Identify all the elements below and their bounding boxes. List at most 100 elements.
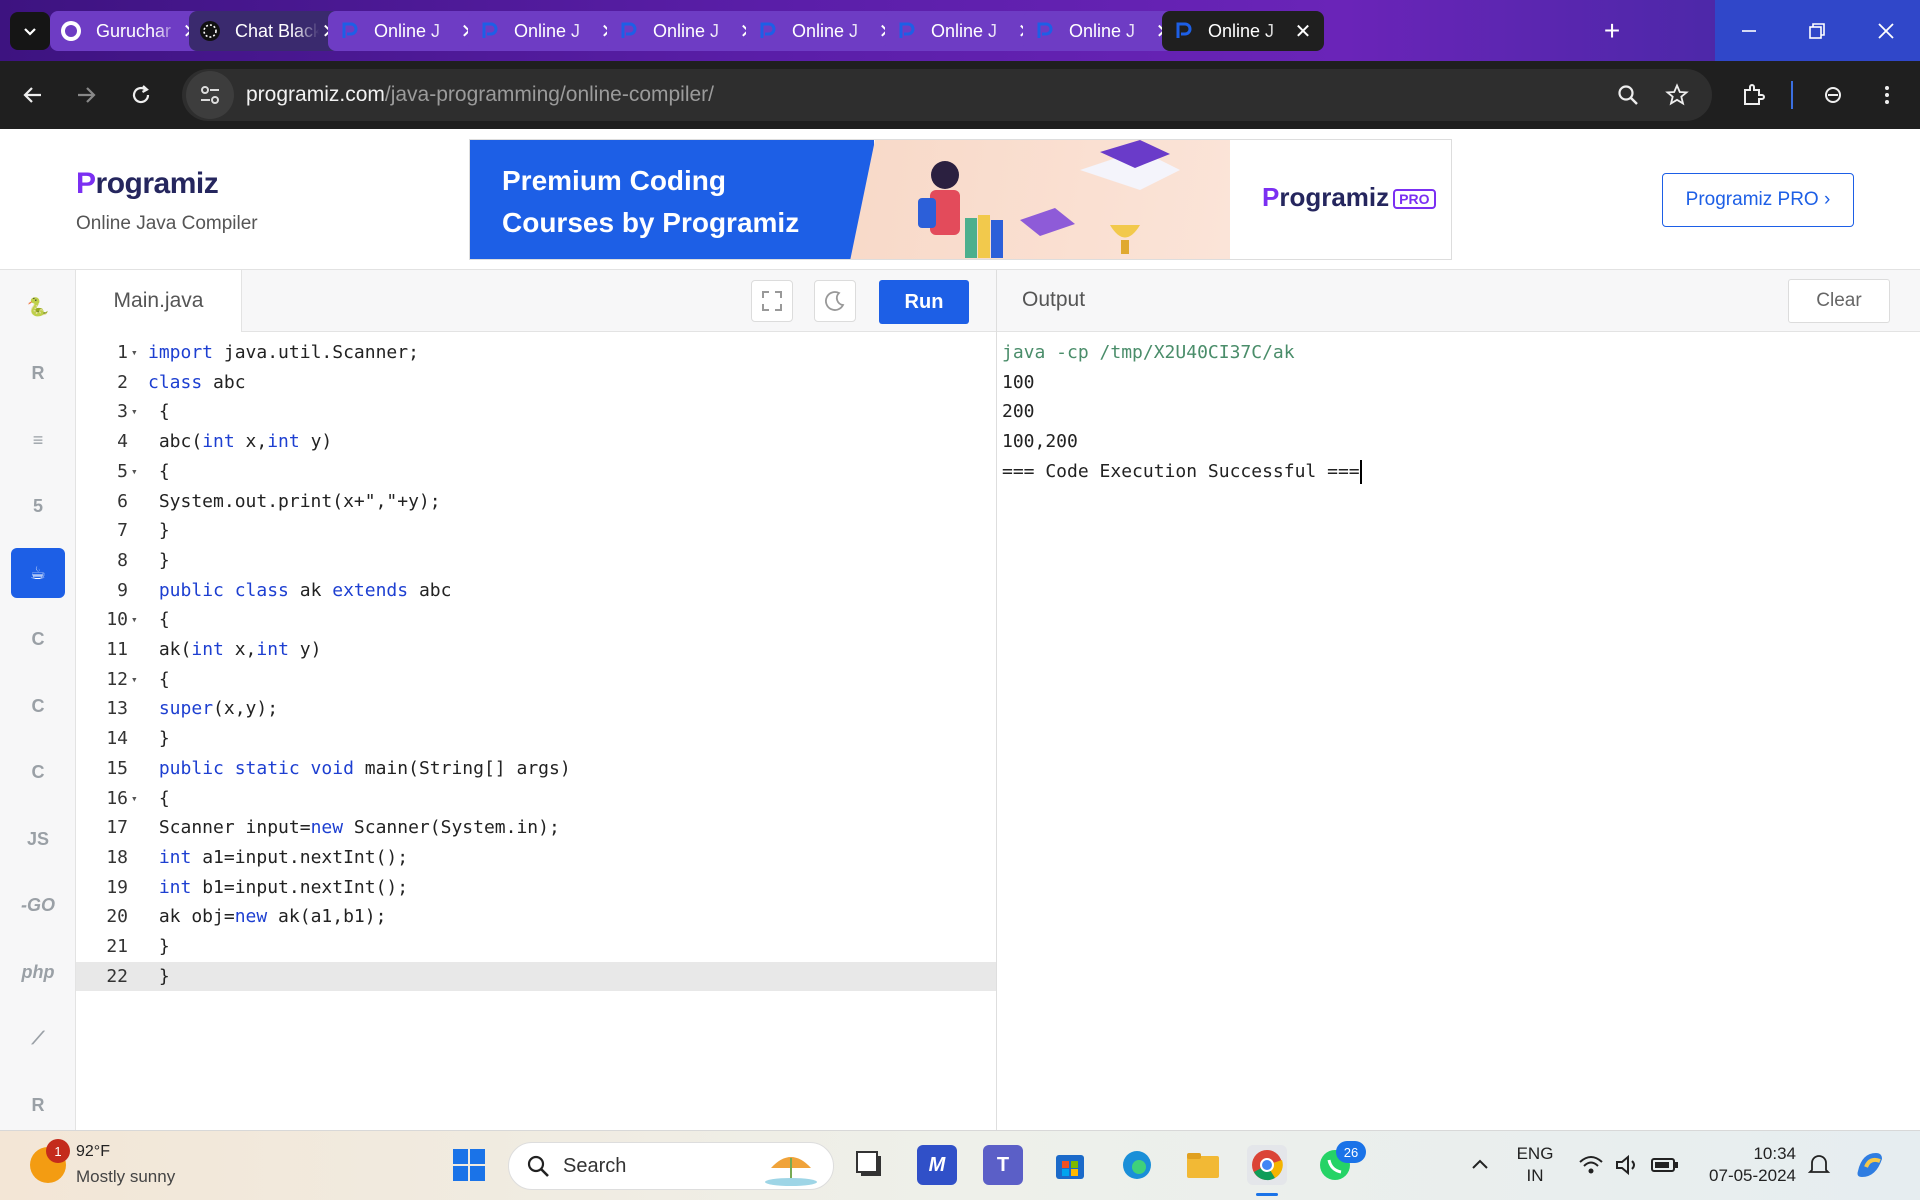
start-button[interactable] bbox=[449, 1145, 489, 1185]
edge-icon[interactable] bbox=[1117, 1145, 1157, 1185]
code-line[interactable]: 2 class abc bbox=[76, 368, 996, 398]
minimize-button[interactable] bbox=[1715, 0, 1783, 61]
taskbar-search[interactable]: Search bbox=[508, 1142, 834, 1190]
show-hidden-icons-button[interactable] bbox=[1460, 1145, 1500, 1185]
language-csharp-icon[interactable]: C bbox=[11, 748, 65, 798]
code-line[interactable]: 14 } bbox=[76, 724, 996, 754]
code-text: int a1=input.nextInt(); bbox=[158, 846, 409, 868]
fold-arrow-icon[interactable]: ▾ bbox=[131, 605, 138, 635]
task-view-icon[interactable] bbox=[850, 1145, 890, 1185]
language-go-icon[interactable]: -GO bbox=[11, 881, 65, 931]
clear-button[interactable]: Clear bbox=[1788, 279, 1890, 323]
code-editor[interactable]: 1 ▾ import java.util.Scanner; 2 class abc 3 ▾ … bbox=[76, 332, 996, 1130]
run-button[interactable]: Run bbox=[879, 280, 969, 324]
restore-button[interactable] bbox=[1783, 0, 1851, 61]
code-line[interactable]: 13 super(x,y); bbox=[76, 694, 996, 724]
code-line[interactable]: 22 } bbox=[76, 961, 996, 992]
new-tab-button[interactable]: + bbox=[1592, 14, 1632, 48]
language-swift-icon[interactable]: ⟋ bbox=[11, 1014, 65, 1064]
code-line[interactable]: 7 } bbox=[76, 516, 996, 546]
code-line[interactable]: 8 } bbox=[76, 546, 996, 576]
code-line[interactable]: 12 ▾ { bbox=[76, 665, 996, 695]
language-php-icon[interactable]: php bbox=[11, 947, 65, 997]
code-line[interactable]: 4 abc(int x,int y) bbox=[76, 427, 996, 457]
browser-tab[interactable]: Online J✕ bbox=[1162, 11, 1324, 51]
language-html-icon[interactable]: 5 bbox=[11, 482, 65, 532]
code-line[interactable]: 20 ak obj=new ak(a1,b1); bbox=[76, 902, 996, 932]
output-line: 100,200 bbox=[1002, 431, 1078, 453]
wifi-icon[interactable] bbox=[1571, 1145, 1611, 1185]
tab-search-button[interactable] bbox=[10, 12, 50, 50]
line-number: 13 bbox=[106, 698, 128, 720]
language-java-icon[interactable]: ☕ bbox=[11, 548, 65, 598]
code-line[interactable]: 16 ▾ { bbox=[76, 784, 996, 814]
site-header: Programiz Online Java Compiler Premium C… bbox=[0, 129, 1920, 270]
fullscreen-button[interactable] bbox=[751, 280, 793, 322]
code-line[interactable]: 19 int b1=input.nextInt(); bbox=[76, 873, 996, 903]
browser-tab[interactable]: Online J✕ bbox=[1023, 11, 1185, 51]
clock[interactable]: 10:34 07-05-2024 bbox=[1696, 1143, 1796, 1187]
browser-tab[interactable]: Online J✕ bbox=[746, 11, 908, 51]
code-line[interactable]: 1 ▾ import java.util.Scanner; bbox=[76, 338, 996, 368]
notifications-icon[interactable] bbox=[1799, 1145, 1839, 1185]
fold-arrow-icon[interactable]: ▾ bbox=[131, 397, 138, 427]
copilot-icon[interactable] bbox=[1850, 1145, 1890, 1185]
browser-tab[interactable]: Online J✕ bbox=[607, 11, 769, 51]
language-js-icon[interactable]: JS bbox=[11, 814, 65, 864]
browser-tab[interactable]: Guruchar✕ bbox=[50, 11, 212, 51]
close-tab-icon[interactable]: ✕ bbox=[1292, 19, 1314, 44]
language-c-icon[interactable]: C bbox=[11, 615, 65, 665]
code-line[interactable]: 11 ak(int x,int y) bbox=[76, 635, 996, 665]
teams-icon[interactable]: T bbox=[983, 1145, 1023, 1185]
close-window-button[interactable] bbox=[1852, 0, 1920, 61]
site-settings-icon[interactable] bbox=[186, 71, 234, 119]
back-button[interactable] bbox=[15, 77, 51, 113]
code-line[interactable]: 18 int a1=input.nextInt(); bbox=[76, 843, 996, 873]
code-line[interactable]: 9 public class ak extends abc bbox=[76, 576, 996, 606]
chrome-icon[interactable] bbox=[1247, 1145, 1287, 1185]
file-explorer-icon[interactable] bbox=[1183, 1145, 1223, 1185]
programiz-pro-button[interactable]: Programiz PRO › bbox=[1662, 173, 1854, 227]
fold-arrow-icon[interactable]: ▾ bbox=[131, 457, 138, 487]
menu-button[interactable] bbox=[1869, 77, 1905, 113]
forward-button[interactable] bbox=[68, 77, 104, 113]
code-text: public class ak extends abc bbox=[158, 579, 452, 601]
reload-button[interactable] bbox=[123, 77, 159, 113]
zoom-button[interactable] bbox=[1610, 77, 1646, 113]
volume-icon[interactable] bbox=[1608, 1145, 1648, 1185]
browser-tab[interactable]: Chat Black✕ bbox=[189, 11, 351, 51]
fold-arrow-icon[interactable]: ▾ bbox=[131, 784, 138, 814]
programiz-logo[interactable]: Programiz bbox=[76, 167, 219, 201]
weather-temperature[interactable]: 92°F bbox=[76, 1143, 110, 1161]
vscode-like-app-icon[interactable]: M bbox=[917, 1145, 957, 1185]
output-console[interactable]: java -cp /tmp/X2U40CI37C/ak 100 200 100,200… bbox=[997, 332, 1920, 1130]
language-sql-icon[interactable]: ≡ bbox=[11, 415, 65, 465]
code-line[interactable]: 17 Scanner input=new Scanner(System.in); bbox=[76, 813, 996, 843]
language-python-icon[interactable]: 🐍 bbox=[11, 282, 65, 332]
bookmark-button[interactable] bbox=[1659, 77, 1695, 113]
line-number: 5 bbox=[117, 460, 128, 482]
browser-tab[interactable]: Online J✕ bbox=[468, 11, 630, 51]
code-line[interactable]: 5 ▾ { bbox=[76, 457, 996, 487]
extensions-button[interactable] bbox=[1735, 77, 1771, 113]
promo-banner[interactable]: Premium Coding Courses by Programiz Prog… bbox=[469, 139, 1452, 260]
battery-icon[interactable] bbox=[1645, 1145, 1685, 1185]
fold-arrow-icon[interactable]: ▾ bbox=[131, 665, 138, 695]
file-tab-main-java[interactable]: Main.java bbox=[76, 270, 242, 332]
code-line[interactable]: 10 ▾ { bbox=[76, 605, 996, 635]
fold-arrow-icon[interactable]: ▾ bbox=[131, 338, 138, 368]
microsoft-store-icon[interactable] bbox=[1050, 1145, 1090, 1185]
input-language-indicator[interactable]: ENG IN bbox=[1512, 1143, 1558, 1187]
dark-mode-button[interactable] bbox=[814, 280, 856, 322]
language-rust-icon[interactable]: R bbox=[11, 1080, 65, 1130]
code-line[interactable]: 21 } bbox=[76, 932, 996, 962]
address-bar[interactable]: programiz.com/java-programming/online-co… bbox=[182, 69, 1712, 121]
code-line[interactable]: 15 public static void main(String[] args… bbox=[76, 754, 996, 784]
profile-button[interactable] bbox=[1815, 77, 1851, 113]
weather-description[interactable]: Mostly sunny bbox=[76, 1167, 175, 1187]
language-cpp-icon[interactable]: C bbox=[11, 681, 65, 731]
code-line[interactable]: 6 System.out.print(x+","+y); bbox=[76, 487, 996, 517]
browser-tab[interactable]: Online J✕ bbox=[328, 11, 490, 51]
language-r-icon[interactable]: R bbox=[11, 349, 65, 399]
code-line[interactable]: 3 ▾ { bbox=[76, 397, 996, 427]
